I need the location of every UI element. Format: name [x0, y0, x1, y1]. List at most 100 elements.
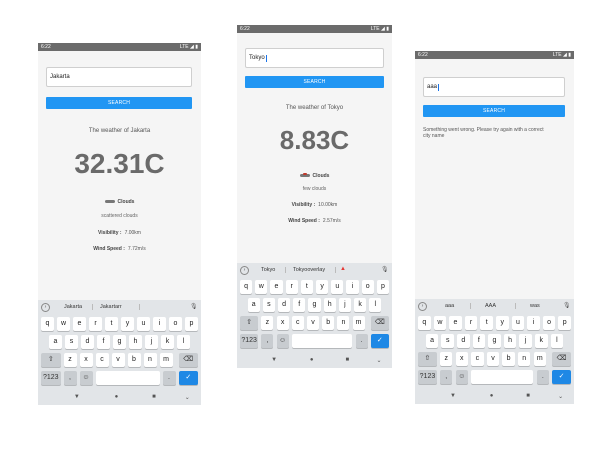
key-j[interactable]: j: [519, 334, 532, 348]
key-s[interactable]: s: [262, 298, 275, 312]
backspace-key[interactable]: ⌫: [370, 316, 389, 330]
key-c[interactable]: c: [95, 353, 109, 367]
key-g[interactable]: g: [308, 298, 321, 312]
key-k[interactable]: k: [535, 334, 548, 348]
key-j[interactable]: j: [338, 298, 351, 312]
suggestion-expand-icon[interactable]: ›: [418, 302, 427, 311]
key-z[interactable]: z: [261, 316, 274, 330]
suggestion-1[interactable]: aaa: [445, 303, 454, 309]
key-y[interactable]: y: [316, 280, 329, 294]
key-v[interactable]: v: [306, 316, 320, 330]
enter-key[interactable]: ✓: [178, 371, 198, 385]
key-v[interactable]: v: [111, 353, 125, 367]
city-input[interactable]: Tokyo: [245, 48, 384, 68]
suggestion-expand-icon[interactable]: ›: [240, 266, 249, 275]
key-g[interactable]: g: [113, 335, 126, 349]
microphone-icon[interactable]: 🎙: [381, 266, 389, 273]
key-d[interactable]: d: [278, 298, 291, 312]
key-m[interactable]: m: [352, 316, 365, 330]
key-u[interactable]: u: [137, 317, 150, 331]
key-o[interactable]: o: [361, 280, 374, 294]
back-icon[interactable]: ▼: [271, 357, 277, 363]
key-t[interactable]: t: [300, 280, 313, 294]
symbols-key[interactable]: ?123: [41, 371, 61, 385]
key-e[interactable]: e: [73, 317, 86, 331]
key-k[interactable]: k: [354, 298, 367, 312]
key-z[interactable]: z: [63, 353, 77, 367]
key-b[interactable]: b: [502, 352, 515, 366]
key-a[interactable]: a: [49, 335, 62, 349]
key-w[interactable]: w: [57, 317, 70, 331]
key-q[interactable]: q: [240, 280, 253, 294]
home-icon[interactable]: ●: [310, 357, 314, 363]
home-icon[interactable]: ●: [490, 393, 494, 399]
key-d[interactable]: d: [457, 334, 470, 348]
search-button[interactable]: SEARCH: [423, 105, 565, 117]
key-x[interactable]: x: [276, 316, 289, 330]
key-v[interactable]: v: [486, 352, 500, 366]
key-k[interactable]: k: [161, 335, 174, 349]
backspace-key[interactable]: ⌫: [552, 352, 571, 366]
key-u[interactable]: u: [331, 280, 344, 294]
suggestion-2[interactable]: Jakartarr: [100, 304, 122, 310]
shift-key[interactable]: ⇧: [41, 353, 61, 367]
key-f[interactable]: f: [97, 335, 110, 349]
key-m[interactable]: m: [533, 352, 547, 366]
emoji-key[interactable]: ☺: [79, 371, 93, 385]
key-z[interactable]: z: [439, 352, 453, 366]
key-o[interactable]: o: [169, 317, 182, 331]
suggestion-2[interactable]: AAA: [485, 303, 496, 309]
recents-icon[interactable]: ■: [152, 394, 156, 400]
key-w[interactable]: w: [433, 316, 447, 330]
home-icon[interactable]: ●: [115, 394, 119, 400]
key-t[interactable]: t: [480, 316, 493, 330]
symbols-key[interactable]: ?123: [418, 370, 437, 384]
comma-key[interactable]: ,: [63, 371, 77, 385]
suggestion-3[interactable]: was: [530, 303, 540, 309]
key-a[interactable]: a: [247, 298, 260, 312]
key-i[interactable]: i: [153, 317, 166, 331]
key-o[interactable]: o: [542, 316, 556, 330]
key-d[interactable]: d: [81, 335, 94, 349]
key-b[interactable]: b: [322, 316, 335, 330]
recents-icon[interactable]: ■: [526, 393, 530, 399]
key-i[interactable]: i: [527, 316, 540, 330]
back-icon[interactable]: ▼: [450, 393, 456, 399]
key-t[interactable]: t: [105, 317, 118, 331]
key-l[interactable]: l: [550, 334, 564, 348]
key-e[interactable]: e: [270, 280, 283, 294]
enter-key[interactable]: ✓: [370, 334, 389, 348]
key-j[interactable]: j: [145, 335, 158, 349]
period-key[interactable]: .: [355, 334, 368, 348]
key-y[interactable]: y: [121, 317, 134, 331]
microphone-icon[interactable]: 🎙: [190, 303, 198, 310]
key-h[interactable]: h: [323, 298, 336, 312]
key-m[interactable]: m: [159, 353, 173, 367]
search-button[interactable]: SEARCH: [46, 97, 192, 109]
key-l[interactable]: l: [177, 335, 190, 349]
key-q[interactable]: q: [41, 317, 54, 331]
hide-keyboard-icon[interactable]: ⌄: [377, 357, 382, 364]
enter-key[interactable]: ✓: [552, 370, 571, 384]
key-f[interactable]: f: [472, 334, 486, 348]
key-y[interactable]: y: [496, 316, 509, 330]
suggestion-1[interactable]: Jakarta: [64, 304, 82, 310]
period-key[interactable]: .: [536, 370, 550, 384]
key-r[interactable]: r: [464, 316, 478, 330]
key-p[interactable]: p: [376, 280, 389, 294]
key-x[interactable]: x: [79, 353, 93, 367]
microphone-icon[interactable]: 🎙: [563, 302, 571, 309]
key-n[interactable]: n: [337, 316, 350, 330]
suggestion-2[interactable]: Tokyooverlay: [293, 267, 325, 273]
suggestion-1[interactable]: Tokyo: [261, 267, 275, 273]
key-p[interactable]: p: [185, 317, 198, 331]
comma-key[interactable]: ,: [439, 370, 453, 384]
key-s[interactable]: s: [65, 335, 78, 349]
space-key[interactable]: [471, 370, 534, 384]
backspace-key[interactable]: ⌫: [178, 353, 198, 367]
emoji-key[interactable]: ☺: [276, 334, 289, 348]
space-key[interactable]: [95, 371, 160, 385]
key-e[interactable]: e: [449, 316, 462, 330]
key-h[interactable]: h: [503, 334, 517, 348]
shift-key[interactable]: ⇧: [418, 352, 437, 366]
